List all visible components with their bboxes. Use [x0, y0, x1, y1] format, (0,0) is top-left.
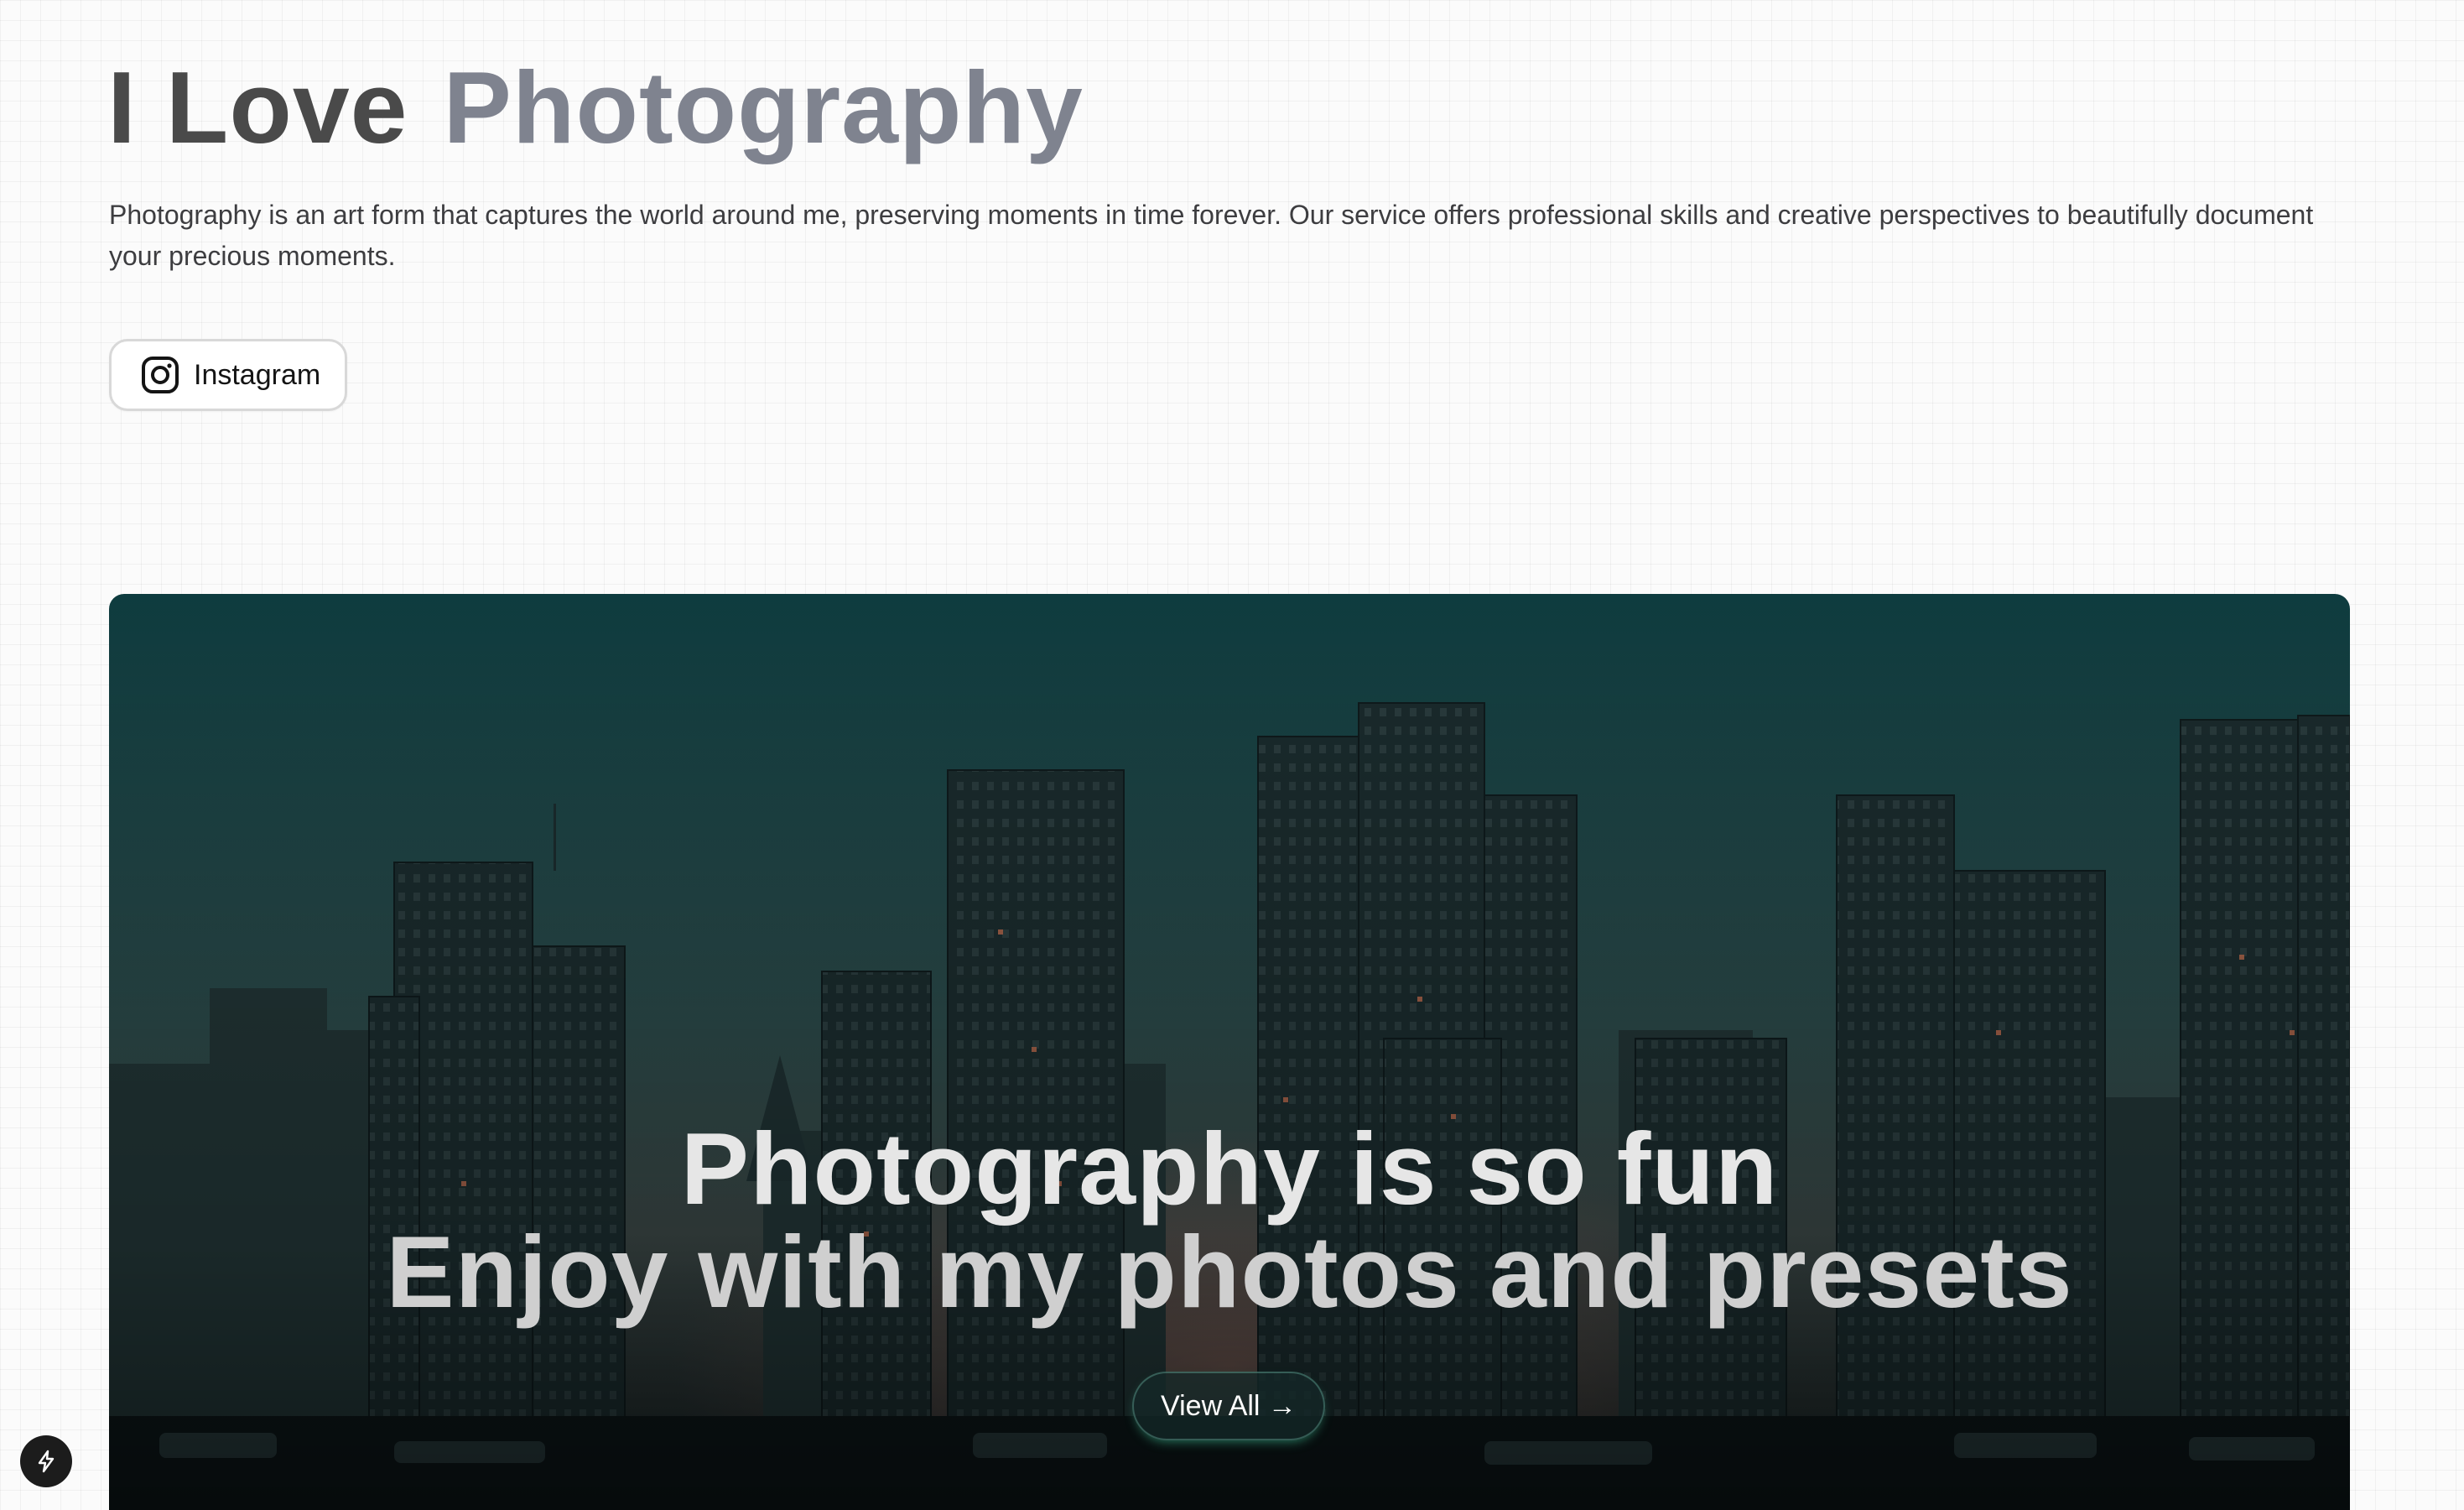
hero-banner: Photography is so fun Enjoy with my phot…	[109, 594, 2350, 1510]
instagram-button[interactable]: Instagram	[109, 339, 347, 411]
banner-heading-line2: Enjoy with my photos and presets	[386, 1215, 2073, 1329]
lightning-icon	[34, 1449, 59, 1474]
banner-heading-line1: Photography is so fun	[680, 1112, 1779, 1226]
page-title: I Love Photography	[107, 49, 1084, 166]
dev-tools-badge[interactable]	[20, 1435, 72, 1487]
page-title-accent: Photography	[443, 50, 1084, 164]
intro-paragraph: Photography is an art form that captures…	[109, 200, 2314, 271]
instagram-icon	[140, 355, 180, 395]
view-all-button[interactable]: View All →	[1132, 1372, 1325, 1440]
instagram-label: Instagram	[194, 358, 321, 391]
page-title-primary: I Love	[107, 50, 408, 164]
